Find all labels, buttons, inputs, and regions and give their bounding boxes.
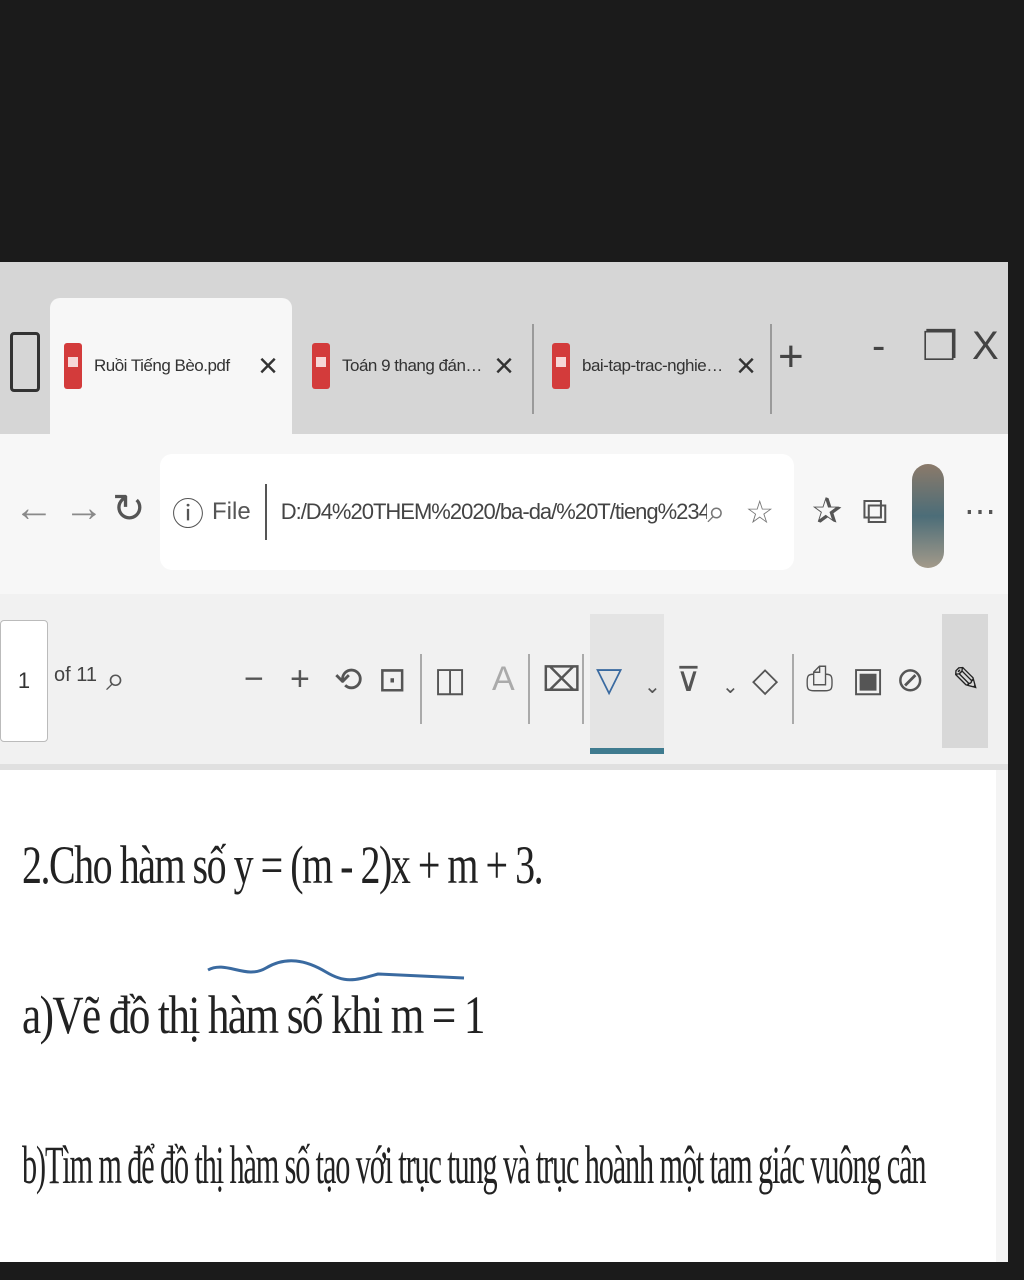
tab-title: bai-tap-trac-nghiem-mon — [582, 356, 728, 375]
doc-line-3: b)Tìm m để đồ thị hàm số tạo với trục tu… — [22, 1135, 926, 1195]
pdf-icon — [64, 343, 82, 389]
fit-page-icon[interactable]: ⊡ — [378, 660, 407, 700]
highlight-options-chevron-icon[interactable]: ⌄ — [722, 674, 739, 699]
tab-divider — [770, 324, 772, 414]
tab-divider — [532, 324, 534, 414]
rotate-icon[interactable]: ⟲ — [334, 660, 363, 700]
favorite-star-icon[interactable]: ☆ — [745, 493, 774, 531]
close-tab-icon[interactable]: × — [258, 347, 278, 386]
forward-arrow-icon[interactable]: → — [64, 486, 104, 531]
info-icon[interactable]: ⓘ — [172, 489, 204, 535]
find-icon[interactable]: ⌕ — [106, 660, 125, 699]
print-icon[interactable]: ⎙ — [806, 660, 833, 699]
tab-2[interactable]: Toán 9 thang đánh tập Nh × — [298, 298, 528, 434]
maximize-icon[interactable]: ❐ — [922, 324, 958, 370]
pdf-icon — [312, 343, 330, 389]
tab-1[interactable]: Ruồi Tiếng Bèo.pdf × — [50, 298, 292, 434]
zoom-magnifier-icon[interactable]: ⌕ — [707, 493, 725, 531]
address-divider — [264, 484, 267, 540]
profile-avatar[interactable] — [912, 464, 944, 568]
pdf-toolbar: 1 of 11 ⌕ − + ⟲ ⊡ ◫ A ⌧ ▽ ⌄ ⊽ ⌄ ◇ ⎙ ▣ ⊘ … — [0, 594, 1008, 770]
url-text[interactable]: D:/D4%20THEM%2020/ba-da/%20T/tieng%234(1… — [281, 499, 708, 525]
pdf-page: 2.Cho hàm số y = (m - 2)x + m + 3. a)Vẽ … — [0, 770, 996, 1262]
address-row: ← → ↻ ⓘ File D:/D4%20THEM%2020/ba-da/%20… — [0, 434, 1008, 594]
browser-window: Ruồi Tiếng Bèo.pdf × Toán 9 thang đánh t… — [0, 262, 1008, 1262]
collections-icon[interactable]: ⧉ — [862, 490, 888, 533]
text-box-icon[interactable]: ⌧ — [542, 660, 581, 700]
screen-top-letterbox — [0, 0, 1024, 262]
save-icon[interactable]: ▣ — [852, 660, 884, 700]
toolbar-divider — [582, 654, 584, 724]
refresh-icon[interactable]: ↻ — [112, 486, 146, 532]
highlight-icon[interactable]: ⊽ — [676, 660, 701, 700]
pdf-icon — [552, 343, 570, 389]
close-window-icon[interactable]: X — [972, 324, 999, 369]
tab-title: Ruồi Tiếng Bèo.pdf — [94, 356, 230, 375]
draw-pen-icon[interactable]: ▽ — [596, 660, 622, 700]
page-number-input[interactable]: 1 — [0, 620, 48, 742]
tab-strip: Ruồi Tiếng Bèo.pdf × Toán 9 thang đánh t… — [0, 262, 1008, 434]
favorites-icon[interactable]: ✰ — [812, 490, 842, 532]
save-as-icon[interactable]: ⊘ — [896, 660, 925, 700]
page-view-icon[interactable]: ◫ — [434, 660, 466, 700]
close-tab-icon[interactable]: × — [736, 347, 756, 386]
tab-title: Toán 9 thang đánh tập Nh — [342, 356, 486, 375]
scheme-label: File — [212, 498, 251, 525]
zoom-out-icon[interactable]: − — [244, 660, 264, 699]
new-tab-plus-icon[interactable]: + — [778, 332, 804, 382]
address-bar[interactable]: ⓘ File D:/D4%20THEM%2020/ba-da/%20T/tien… — [160, 454, 794, 570]
back-arrow-icon[interactable]: ← — [14, 486, 54, 531]
toolbar-divider — [420, 654, 422, 724]
more-menu-icon[interactable]: ⋯ — [964, 492, 996, 530]
tab-3[interactable]: bai-tap-trac-nghiem-mon × — [538, 298, 770, 434]
minimize-icon[interactable]: - — [872, 324, 885, 369]
close-tab-icon[interactable]: × — [494, 347, 514, 386]
tab-actions-icon[interactable] — [10, 332, 40, 392]
ink-annotation-squiggle — [207, 959, 465, 982]
doc-line-1: 2.Cho hàm số y = (m - 2)x + m + 3. — [22, 835, 544, 895]
page-total: of 11 — [54, 664, 97, 686]
zoom-in-icon[interactable]: + — [290, 660, 310, 699]
toolbar-divider — [528, 654, 530, 724]
draw-options-chevron-icon[interactable]: ⌄ — [644, 674, 661, 699]
pin-icon[interactable]: ✎ — [952, 660, 981, 700]
read-aloud-icon[interactable]: A — [492, 660, 515, 699]
eraser-icon[interactable]: ◇ — [752, 660, 778, 700]
toolbar-divider — [792, 654, 794, 724]
